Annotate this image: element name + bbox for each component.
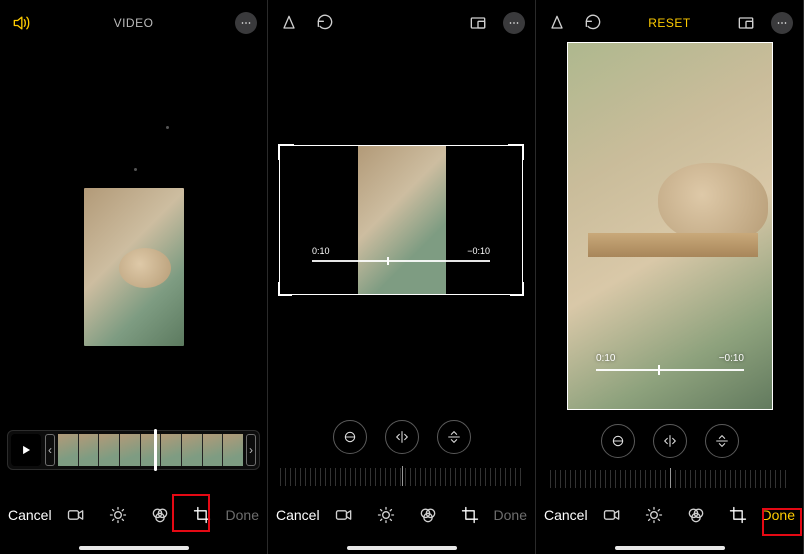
rotate-controls	[268, 420, 535, 454]
home-indicator	[79, 546, 189, 550]
preview-subject	[658, 163, 768, 243]
video-preview[interactable]	[84, 188, 184, 346]
flip-horizontal-button[interactable]	[385, 420, 419, 454]
done-button[interactable]: Done	[226, 507, 259, 523]
bottom-bar: Cancel Done	[536, 494, 803, 554]
more-menu-icon[interactable]	[771, 12, 793, 34]
cancel-button[interactable]: Cancel	[544, 507, 588, 523]
crop-tab-icon[interactable]	[460, 505, 480, 525]
home-indicator	[615, 546, 725, 550]
playhead[interactable]	[154, 429, 157, 471]
edit-mode-tabs	[588, 505, 762, 525]
crop-preview	[358, 146, 446, 294]
sound-icon[interactable]	[10, 12, 32, 34]
video-tab-icon[interactable]	[334, 505, 354, 525]
trim-time-left: 0:10	[596, 353, 615, 364]
video-tab-icon[interactable]	[602, 505, 622, 525]
adjust-point-icon	[166, 126, 169, 129]
adjust-tab-icon[interactable]	[376, 505, 396, 525]
trim-time-right: −0:10	[467, 246, 490, 256]
filters-tab-icon[interactable]	[686, 505, 706, 525]
more-menu-icon[interactable]	[235, 12, 257, 34]
trim-time-labels: 0:10 −0:10	[312, 246, 490, 256]
rotate-controls	[536, 424, 803, 458]
crop-frame[interactable]: 0:10 −0:10	[567, 42, 773, 410]
editor-step-1: VIDEO ‹ › Cancel Done	[0, 0, 268, 554]
more-menu-icon[interactable]	[503, 12, 525, 34]
editor-step-2: 0:10 −0:10 Cancel Done	[268, 0, 536, 554]
aspect-ratio-icon[interactable]	[467, 12, 489, 34]
timeline-frames[interactable]	[58, 434, 243, 466]
top-bar	[268, 0, 535, 46]
home-indicator	[347, 546, 457, 550]
skew-icon[interactable]	[546, 12, 568, 34]
filters-tab-icon[interactable]	[150, 505, 170, 525]
done-button[interactable]: Done	[762, 507, 795, 523]
straighten-button[interactable]	[333, 420, 367, 454]
flip-horizontal-button[interactable]	[653, 424, 687, 458]
cancel-button[interactable]: Cancel	[276, 507, 320, 523]
preview-subject	[119, 248, 171, 288]
video-tab-icon[interactable]	[66, 505, 86, 525]
rotate-icon[interactable]	[582, 12, 604, 34]
editor-step-3: RESET 0:10 −0:10 Cancel Done	[536, 0, 804, 554]
top-bar: RESET	[536, 0, 803, 46]
skew-icon[interactable]	[278, 12, 300, 34]
edit-mode-tabs	[320, 505, 494, 525]
edit-mode-tabs	[52, 505, 226, 525]
adjust-point-icon	[134, 168, 137, 171]
adjust-tab-icon[interactable]	[644, 505, 664, 525]
top-bar: VIDEO	[0, 0, 267, 46]
rotate-icon[interactable]	[314, 12, 336, 34]
bottom-bar: Cancel Done	[0, 494, 267, 554]
angle-ruler[interactable]	[550, 470, 789, 488]
done-button[interactable]: Done	[494, 507, 527, 523]
cancel-button[interactable]: Cancel	[8, 507, 52, 523]
trim-handle-right[interactable]: ›	[246, 434, 256, 466]
straighten-button[interactable]	[601, 424, 635, 458]
adjust-tab-icon[interactable]	[108, 505, 128, 525]
video-timeline[interactable]: ‹ ›	[7, 430, 260, 470]
trim-slider[interactable]	[596, 369, 744, 371]
preview-prop	[588, 233, 758, 257]
bottom-bar: Cancel Done	[268, 494, 535, 554]
trim-time-left: 0:10	[312, 246, 330, 256]
trim-time-labels: 0:10 −0:10	[596, 353, 744, 364]
filters-tab-icon[interactable]	[418, 505, 438, 525]
crop-tab-icon[interactable]	[192, 505, 212, 525]
trim-time-right: −0:10	[719, 353, 744, 364]
flip-vertical-button[interactable]	[705, 424, 739, 458]
mode-title: VIDEO	[0, 16, 267, 30]
trim-slider[interactable]	[312, 260, 490, 262]
trim-handle-left[interactable]: ‹	[45, 434, 55, 466]
aspect-ratio-icon[interactable]	[735, 12, 757, 34]
play-button[interactable]	[11, 434, 41, 466]
crop-tab-icon[interactable]	[728, 505, 748, 525]
angle-ruler[interactable]	[280, 468, 523, 486]
flip-vertical-button[interactable]	[437, 420, 471, 454]
crop-frame[interactable]: 0:10 −0:10	[279, 145, 523, 295]
